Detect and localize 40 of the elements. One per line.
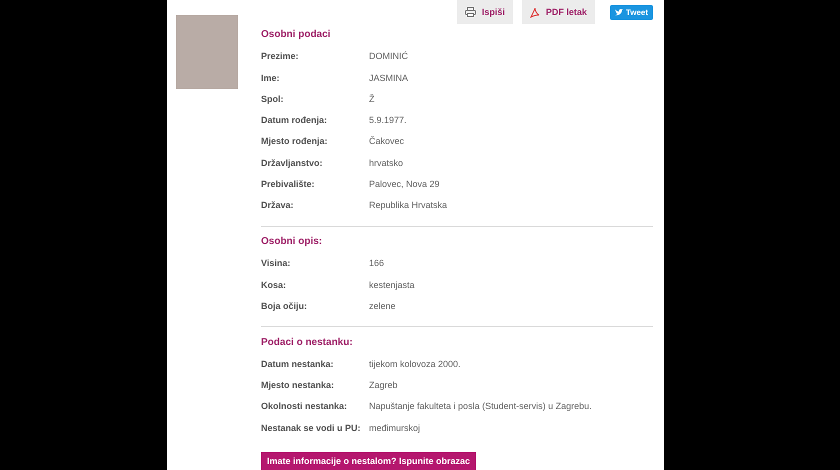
- field-label: Datum rođenja:: [261, 115, 328, 126]
- report-button[interactable]: Imate informacije o nestalom? Ispunite obrazac: [261, 452, 476, 470]
- pdf-button[interactable]: PDF letak: [522, 0, 595, 24]
- field-label: Spol:: [261, 94, 284, 104]
- field-label: Visina:: [261, 258, 292, 268]
- field-value: DOMINIĆ: [369, 51, 408, 62]
- field-label: Država:: [261, 200, 295, 210]
- field-value: Napuštanje fakulteta i posla (Student-servis) u Zagrebu.: [369, 401, 592, 412]
- field-label: Boja očiju:: [261, 300, 308, 311]
- field-value: Republika Hrvatska: [369, 200, 448, 210]
- field-label: Kosa:: [261, 280, 288, 290]
- field-value: JASMINA: [369, 72, 408, 83]
- bird-icon: [614, 9, 623, 16]
- field-value: tijekom kolovoza 2000.: [369, 358, 461, 369]
- field-value: Zagreb: [369, 380, 398, 390]
- field-value: zelene: [369, 300, 396, 311]
- field-label: Državljanstvo:: [261, 158, 324, 168]
- field-value: hrvatsko: [369, 158, 404, 168]
- field-label: Mjesto rođenja:: [261, 136, 329, 146]
- section-heading: Osobni podaci: [261, 28, 332, 42]
- tweet-button[interactable]: Tweet: [610, 5, 653, 20]
- field-label: Ime:: [261, 72, 281, 83]
- field-value: Ž: [369, 94, 374, 104]
- pdf-icon: [530, 6, 540, 18]
- field-label: Prezime:: [261, 51, 300, 62]
- field-value: 5.9.1977.: [369, 115, 407, 126]
- field-label: Okolnosti nestanka:: [261, 401, 348, 412]
- field-label: Datum nestanka:: [261, 358, 335, 369]
- printer-icon: [464, 7, 476, 17]
- field-value: 166: [369, 258, 384, 268]
- field-label: Mjesto nestanka:: [261, 380, 336, 390]
- section-heading: Podaci o nestanku:: [261, 336, 354, 350]
- field-value: kestenjasta: [369, 280, 415, 290]
- field-value: međimurskoj: [369, 422, 420, 433]
- print-button[interactable]: Ispiši: [456, 0, 513, 24]
- section-heading: Osobni opis:: [261, 235, 324, 250]
- field-label: Prebivalište:: [261, 178, 316, 189]
- field-label: Nestanak se vodi u PU:: [261, 422, 362, 433]
- field-value: Palovec, Nova 29: [369, 178, 440, 189]
- field-value: Čakovec: [369, 136, 404, 146]
